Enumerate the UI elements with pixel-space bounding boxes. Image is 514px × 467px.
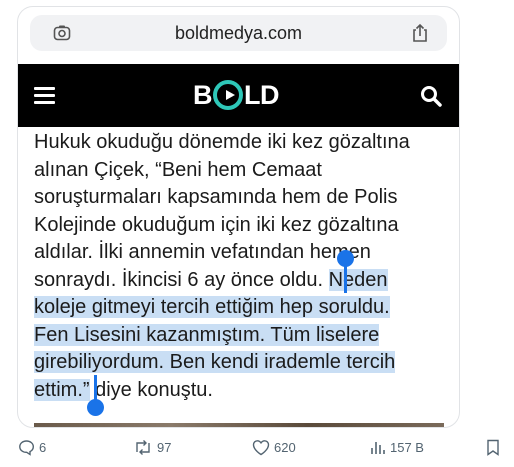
logo-letter-b: B	[193, 79, 213, 110]
like-button[interactable]: 620	[252, 435, 296, 459]
article-line: girebiliyordum. Ben kendi irademle terci…	[34, 349, 454, 377]
repost-count: 97	[157, 439, 172, 455]
article-line: Hukuk okuduğu dönemde iki kez gözaltına	[34, 131, 410, 153]
selection-end-handle[interactable]	[87, 399, 104, 416]
article-line: Kolejinde okuduğum için iki kez gözaltın…	[34, 213, 399, 236]
hamburger-menu-icon[interactable]	[34, 87, 55, 104]
play-ring-icon	[213, 80, 243, 110]
reply-button[interactable]: 6	[18, 435, 46, 459]
embedded-screenshot-card[interactable]: boldmedya.com B LD Hukuk okuduğu dönemde…	[17, 6, 460, 428]
views-button[interactable]: 157 B	[370, 435, 424, 459]
search-icon[interactable]	[419, 84, 443, 108]
reply-count: 6	[39, 439, 47, 455]
tweet-action-bar: 6 97 620 157 B	[0, 435, 514, 459]
selected-text[interactable]: Neden	[328, 268, 388, 291]
article-line: soruşturmaları kapsamında hem de Polis	[34, 186, 398, 208]
article-body: Hukuk okuduğu dönemde iki kez gözaltına …	[34, 129, 454, 404]
article-line: alınan Çiçek, “Beni hem Cemaat	[34, 158, 322, 181]
article-line: Fen Lisesini kazanmıştım. Tüm liselere	[34, 322, 454, 350]
reply-icon	[19, 439, 35, 456]
selected-text[interactable]: Fen Lisesini kazanmıştım. Tüm liselere	[34, 323, 380, 346]
article-image-edge	[34, 423, 444, 427]
article-text: diye konuştu.	[89, 378, 213, 401]
article-line: aldılar. İlki annemin vefatından hemen	[34, 241, 371, 263]
like-count: 620	[274, 439, 296, 455]
site-logo[interactable]: B LD	[193, 77, 280, 113]
selection-end-bar	[94, 375, 97, 401]
repost-button[interactable]: 97	[133, 435, 171, 459]
url-text: boldmedya.com	[174, 23, 303, 43]
repost-icon	[136, 439, 150, 455]
selection-start-bar	[344, 265, 347, 293]
views-bar-chart-icon	[371, 442, 385, 454]
selected-text[interactable]: girebiliyordum. Ben kendi irademle terci…	[34, 351, 396, 373]
bookmark-button[interactable]	[486, 435, 504, 459]
browser-address-bar[interactable]: boldmedya.com	[30, 15, 447, 51]
views-count: 157 B	[390, 439, 424, 455]
article-line: koleje gitmeyi tercih ettiğim hep soruld…	[34, 294, 454, 322]
site-header: B LD	[18, 64, 459, 127]
logo-letters-ld: LD	[244, 79, 280, 110]
selected-text[interactable]: ettim.”	[34, 378, 90, 401]
article-text: sonraydı. İkincisi 6 ay önce oldu.	[34, 268, 329, 291]
heart-icon	[252, 439, 270, 455]
article-line: sonraydı. İkincisi 6 ay önce oldu. Neden	[34, 267, 454, 295]
bookmark-icon	[487, 439, 499, 456]
selection-start-handle[interactable]	[337, 250, 354, 267]
selected-text[interactable]: koleje gitmeyi tercih ettiğim hep soruld…	[34, 296, 390, 318]
share-icon[interactable]	[411, 23, 429, 43]
